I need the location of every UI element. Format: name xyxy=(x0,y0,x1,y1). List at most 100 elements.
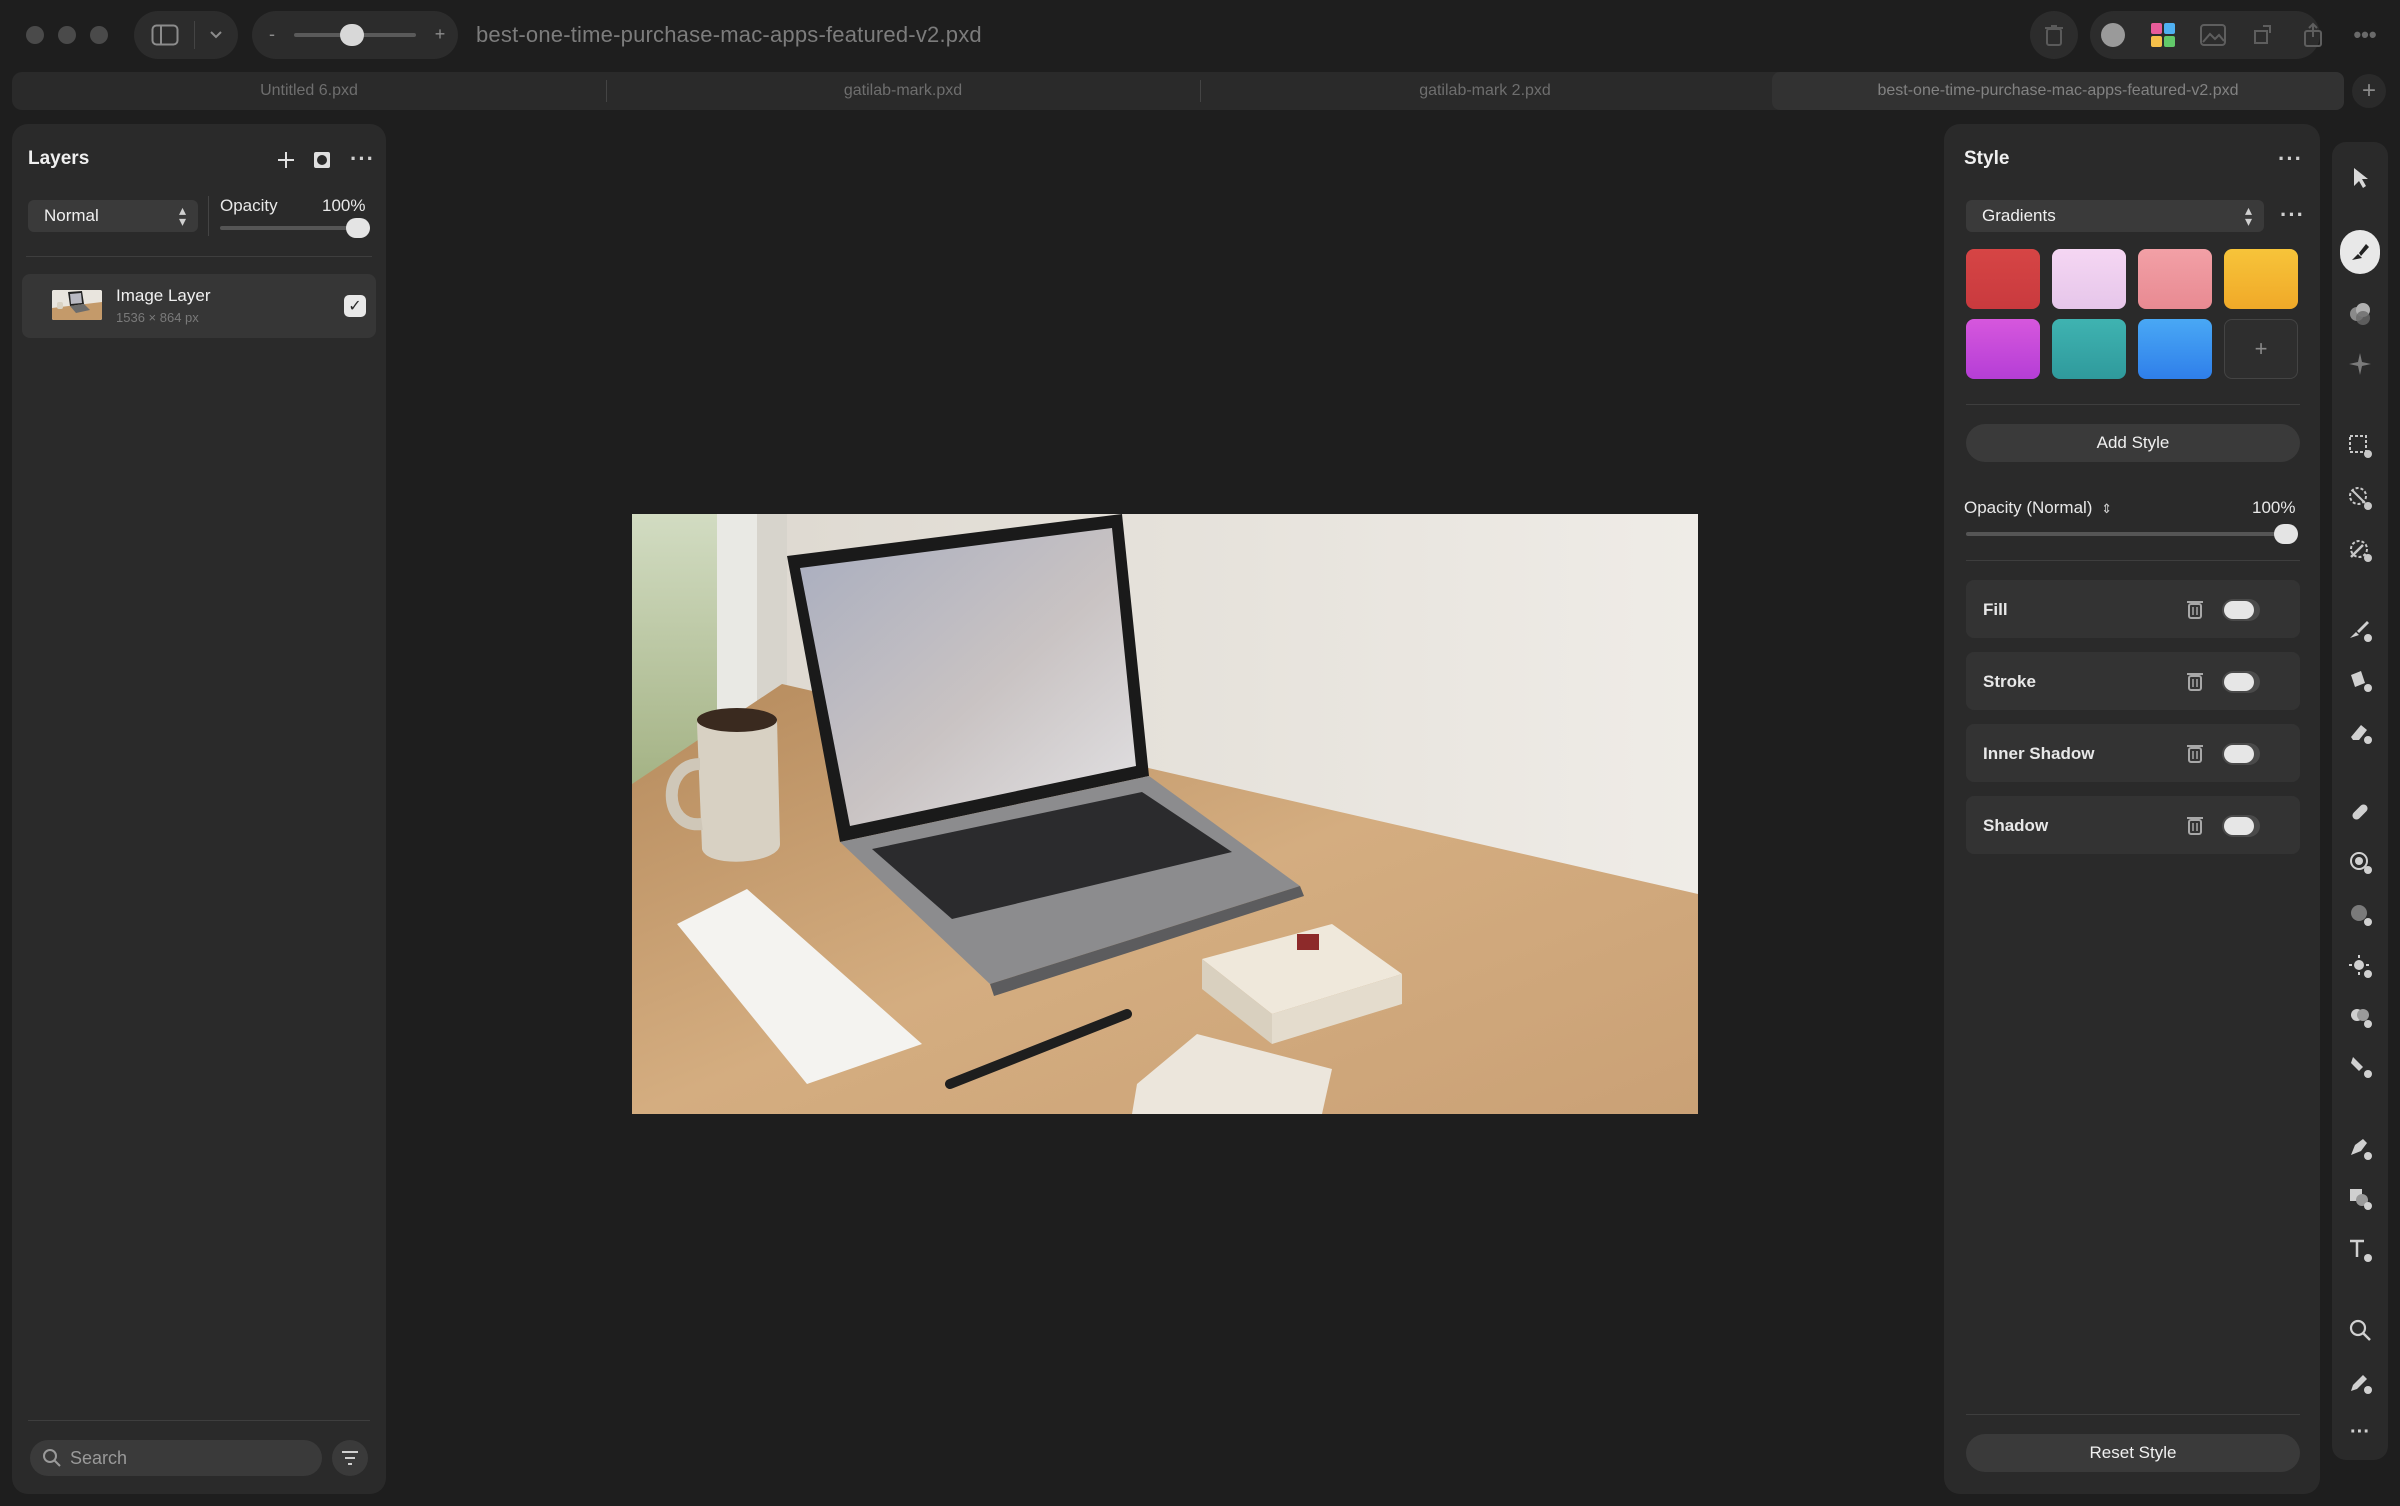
layer-opacity-label: Opacity xyxy=(220,196,278,215)
export-share-icon[interactable] xyxy=(2296,18,2330,52)
preset-more-icon[interactable]: ··· xyxy=(2280,202,2305,228)
smudge-icon[interactable] xyxy=(2340,1048,2380,1084)
style-panel-title: Style xyxy=(1964,148,2010,169)
effect-row-inner-shadow[interactable]: Inner Shadow xyxy=(1966,724,2300,782)
trash-icon[interactable] xyxy=(2186,670,2204,697)
layer-dimensions: 1536 × 864 px xyxy=(116,310,199,325)
new-tab-button[interactable]: + xyxy=(2352,74,2386,108)
shape-icon[interactable] xyxy=(2340,1180,2380,1216)
sidebar-toggle-icon[interactable] xyxy=(144,19,186,51)
trash-can-icon[interactable] xyxy=(2037,18,2071,52)
sparkle-effects-icon[interactable] xyxy=(2340,346,2380,382)
style-preset-select[interactable]: Gradients ▴ ▾ xyxy=(1966,200,2264,232)
tab-best-one-time-purchase[interactable]: best-one-time-purchase-mac-apps-featured… xyxy=(1772,72,2344,110)
more-tools-icon[interactable]: ··· xyxy=(2340,1414,2380,1450)
gradient-swatch-7[interactable] xyxy=(2138,319,2212,379)
gradient-swatch-3[interactable] xyxy=(2138,249,2212,309)
style-opacity-slider[interactable] xyxy=(1966,532,2298,536)
close-window-button[interactable] xyxy=(26,26,44,44)
trash-icon[interactable] xyxy=(2186,742,2204,769)
search-placeholder: Search xyxy=(70,1447,128,1468)
style-brush-icon[interactable] xyxy=(2340,230,2380,274)
layer-search-input[interactable]: Search xyxy=(30,1440,322,1476)
style-opacity-label[interactable]: Opacity (Normal) ⇕ xyxy=(1964,498,2112,518)
crop-rotate-icon[interactable] xyxy=(2246,18,2280,52)
zoom-in-button[interactable]: + xyxy=(428,21,452,47)
style-opacity-knob[interactable] xyxy=(2274,524,2298,544)
quick-select-icon[interactable] xyxy=(2340,480,2380,516)
color-adjust-icon[interactable] xyxy=(2340,296,2380,332)
zoom-window-button[interactable] xyxy=(90,26,108,44)
gradient-swatch-6[interactable] xyxy=(2052,319,2126,379)
style-more-icon[interactable]: ··· xyxy=(2278,146,2303,172)
chevron-down-icon[interactable] xyxy=(200,19,232,51)
trash-icon[interactable] xyxy=(2186,814,2204,841)
gradient-swatch-1[interactable] xyxy=(1966,249,2040,309)
effect-inner-shadow-toggle[interactable] xyxy=(2222,743,2260,765)
effect-shadow-toggle[interactable] xyxy=(2222,815,2260,837)
magic-select-icon[interactable] xyxy=(2340,532,2380,568)
blend-mode-value: Normal xyxy=(44,206,99,225)
tools-strip: ··· xyxy=(2332,142,2388,1460)
more-options-icon[interactable]: ••• xyxy=(2348,18,2382,52)
effect-row-shadow[interactable]: Shadow xyxy=(1966,796,2300,854)
title-bar: - + best-one-time-purchase-mac-apps-feat… xyxy=(0,0,2400,70)
tab-gatilab-mark-2[interactable]: gatilab-mark 2.pxd xyxy=(1200,72,1770,110)
zoom-icon[interactable] xyxy=(2340,1312,2380,1348)
effect-row-fill[interactable]: Fill xyxy=(1966,580,2300,638)
text-icon[interactable] xyxy=(2340,1232,2380,1268)
add-style-button[interactable]: Add Style xyxy=(1966,424,2300,462)
filter-icon xyxy=(342,1451,358,1465)
light-icon[interactable] xyxy=(2340,948,2380,984)
gradient-swatch-5[interactable] xyxy=(1966,319,2040,379)
clone-icon[interactable] xyxy=(2340,844,2380,880)
up-down-chevron-icon: ▴ ▾ xyxy=(2244,202,2252,229)
add-layer-icon[interactable] xyxy=(274,146,298,172)
layer-mask-icon[interactable] xyxy=(310,148,334,172)
add-swatch-button[interactable]: + xyxy=(2224,319,2298,379)
dodge-burn-icon[interactable] xyxy=(2340,998,2380,1034)
layer-opacity-knob[interactable] xyxy=(346,218,370,238)
layers-more-icon[interactable]: ··· xyxy=(350,146,375,172)
style-opacity-value: 100% xyxy=(2252,498,2296,517)
filter-button[interactable] xyxy=(332,1440,368,1476)
canvas-image[interactable] xyxy=(632,514,1698,1114)
layer-opacity-value: 100% xyxy=(322,196,366,215)
image-browser-icon[interactable] xyxy=(2196,18,2230,52)
paint-brush-icon[interactable] xyxy=(2340,612,2380,648)
style-preset-value: Gradients xyxy=(1982,206,2056,225)
paint-bucket-icon[interactable] xyxy=(2340,662,2380,698)
document-tab-bar: Untitled 6.pxd gatilab-mark.pxd gatilab-… xyxy=(12,72,2344,110)
zoom-out-button[interactable]: - xyxy=(260,21,284,47)
color-circle-icon[interactable] xyxy=(2096,18,2130,52)
blend-mode-select[interactable]: Normal ▴ ▾ xyxy=(28,200,198,232)
blur-icon[interactable] xyxy=(2340,896,2380,932)
effect-stroke-toggle[interactable] xyxy=(2222,671,2260,693)
effect-fill-label: Fill xyxy=(1983,600,2008,619)
eraser-icon[interactable] xyxy=(2340,714,2380,750)
gradient-swatch-2[interactable] xyxy=(2052,249,2126,309)
effect-fill-toggle[interactable] xyxy=(2222,599,2260,621)
gradient-swatch-4[interactable] xyxy=(2224,249,2298,309)
tab-untitled-6[interactable]: Untitled 6.pxd xyxy=(12,72,606,110)
layer-visibility-checkbox[interactable]: ✓ xyxy=(344,295,366,317)
up-down-chevron-icon: ⇕ xyxy=(2101,501,2113,516)
style-opacity-label-text: Opacity (Normal) xyxy=(1964,498,2093,517)
search-icon xyxy=(42,1448,62,1473)
pen-icon[interactable] xyxy=(2340,1130,2380,1166)
arrow-select-icon[interactable] xyxy=(2340,160,2380,196)
tab-gatilab-mark[interactable]: gatilab-mark.pxd xyxy=(606,72,1200,110)
effect-shadow-label: Shadow xyxy=(1983,816,2049,835)
layer-name: Image Layer xyxy=(116,286,211,305)
layer-row-image[interactable]: Image Layer 1536 × 864 px ✓ xyxy=(22,274,376,338)
rect-select-icon[interactable] xyxy=(2340,428,2380,464)
minimize-window-button[interactable] xyxy=(58,26,76,44)
zoom-slider-knob[interactable] xyxy=(340,24,364,46)
trash-icon[interactable] xyxy=(2186,598,2204,625)
reset-style-button[interactable]: Reset Style xyxy=(1966,1434,2300,1472)
bandage-repair-icon[interactable] xyxy=(2340,794,2380,830)
color-palette-icon[interactable] xyxy=(2146,18,2180,52)
effect-stroke-label: Stroke xyxy=(1983,672,2036,691)
eyedropper-icon[interactable] xyxy=(2340,1364,2380,1400)
effect-row-stroke[interactable]: Stroke xyxy=(1966,652,2300,710)
